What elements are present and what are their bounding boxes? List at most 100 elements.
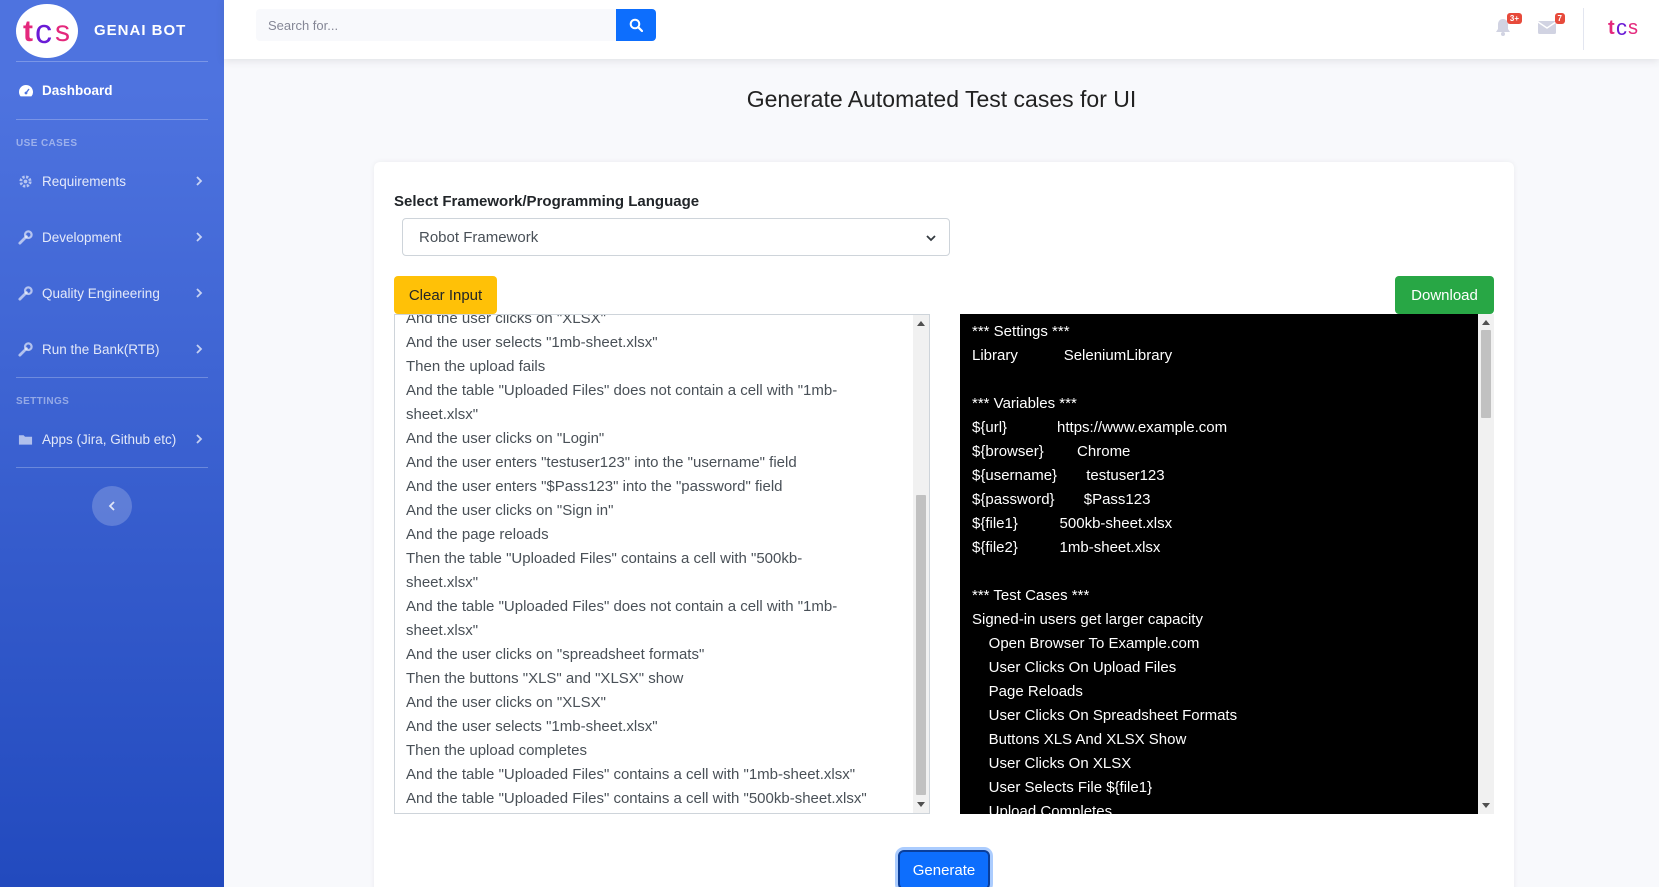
input-line: sheet.xlsx" bbox=[406, 574, 479, 591]
sidebar-toggle-button[interactable] bbox=[92, 486, 132, 526]
alerts-button[interactable]: 3+ bbox=[1494, 13, 1522, 39]
scroll-up-arrow[interactable] bbox=[917, 321, 925, 326]
output-line: Buttons XLS And XLSX Show bbox=[972, 731, 1187, 748]
wrench-icon bbox=[18, 229, 42, 245]
sidebar-brand[interactable]: t c s GENAI BOT bbox=[0, 0, 224, 61]
user-avatar[interactable]: t c s bbox=[1608, 12, 1642, 47]
output-textarea[interactable]: *** Settings *** Library SeleniumLibrary … bbox=[960, 314, 1494, 814]
framework-selected-value: Robot Framework bbox=[419, 228, 539, 246]
sidebar-item-development[interactable]: Development bbox=[0, 209, 224, 265]
sidebar-item-dashboard[interactable]: Dashboard bbox=[0, 62, 224, 119]
sidebar-heading-use-cases: USE CASES bbox=[16, 138, 78, 149]
sidebar-item-label: Quality Engineering bbox=[42, 285, 160, 301]
output-line: User Clicks On XLSX bbox=[972, 755, 1132, 772]
input-line: Then the table "Uploaded Files" contains… bbox=[406, 550, 803, 567]
output-line: Signed-in users get larger capacity bbox=[972, 611, 1203, 628]
input-line: And the user clicks on "Login" bbox=[406, 430, 605, 447]
output-line: ${file1} 500kb-sheet.xlsx bbox=[972, 515, 1173, 532]
tcs-logo: t c s bbox=[1608, 15, 1638, 40]
sidebar-item-label: Requirements bbox=[42, 173, 127, 189]
input-line: And the page reloads bbox=[406, 526, 549, 543]
output-line: ${password} $Pass123 bbox=[972, 491, 1151, 508]
scroll-down-arrow[interactable] bbox=[1482, 803, 1490, 808]
topbar-divider bbox=[1583, 8, 1584, 50]
input-textarea[interactable]: And the user clicks on "XLSX" And the use… bbox=[394, 314, 930, 814]
sidebar-item-label: Apps (Jira, Github etc) bbox=[42, 431, 177, 447]
input-scrollbar[interactable] bbox=[913, 315, 929, 813]
input-line: And the user clicks on "Sign in" bbox=[406, 502, 614, 519]
generator-card: Select Framework/Programming Language Ro… bbox=[374, 162, 1514, 887]
sidebar-item-quality-engineering[interactable]: Quality Engineering bbox=[0, 265, 224, 321]
topbar: 3+ 7 t c s bbox=[224, 0, 1659, 59]
output-line: *** Settings *** bbox=[972, 323, 1070, 340]
clear-input-button[interactable]: Clear Input bbox=[394, 276, 497, 314]
output-line: Upload Completes bbox=[972, 803, 1113, 814]
chevron-left-icon bbox=[108, 501, 115, 511]
output-line: Page Reloads bbox=[972, 683, 1083, 700]
chevron-down-icon bbox=[926, 235, 936, 242]
sidebar-item-apps[interactable]: Apps (Jira, Github etc) bbox=[0, 411, 224, 467]
page-title: Generate Automated Test cases for UI bbox=[746, 86, 1137, 112]
scroll-down-arrow[interactable] bbox=[917, 802, 925, 807]
output-line: User Clicks On Upload Files bbox=[972, 659, 1177, 676]
messages-badge: 7 bbox=[1554, 13, 1565, 24]
sidebar-divider bbox=[16, 467, 208, 468]
input-line: And the table "Uploaded Files" does not … bbox=[406, 382, 838, 399]
search-input[interactable] bbox=[256, 9, 616, 41]
input-line: And the table "Uploaded Files" contains … bbox=[406, 790, 867, 807]
envelope-icon bbox=[1537, 21, 1557, 34]
svg-text:s: s bbox=[1628, 17, 1638, 39]
tcs-logo: t c s bbox=[16, 3, 78, 58]
input-text: And the user clicks on "XLSX" And the use… bbox=[406, 315, 886, 811]
input-line: Then the buttons "XLS" and "XLSX" show bbox=[406, 670, 684, 687]
download-button[interactable]: Download bbox=[1395, 276, 1494, 314]
input-line: Then the upload completes bbox=[406, 742, 587, 759]
scroll-thumb[interactable] bbox=[1481, 330, 1491, 418]
framework-select[interactable]: Robot Framework bbox=[402, 218, 950, 256]
sidebar-item-label: Development bbox=[42, 229, 122, 245]
output-line: ${username} testuser123 bbox=[972, 467, 1165, 484]
generate-button[interactable]: Generate bbox=[898, 850, 990, 887]
messages-button[interactable]: 7 bbox=[1537, 13, 1565, 39]
scroll-thumb[interactable] bbox=[916, 495, 926, 795]
svg-text:c: c bbox=[1616, 15, 1627, 40]
output-scrollbar[interactable] bbox=[1478, 314, 1494, 814]
sidebar-item-label: Dashboard bbox=[42, 83, 113, 98]
wrench-icon bbox=[18, 341, 42, 357]
output-line: User Clicks On Spreadsheet Formats bbox=[972, 707, 1238, 724]
input-line: And the user selects "1mb-sheet.xlsx" bbox=[406, 718, 658, 735]
tachometer-icon bbox=[18, 84, 42, 98]
sidebar-item-requirements[interactable]: Requirements bbox=[0, 153, 224, 209]
search-button[interactable] bbox=[616, 9, 656, 41]
output-line: ${browser} Chrome bbox=[972, 443, 1131, 460]
sidebar-item-run-the-bank[interactable]: Run the Bank(RTB) bbox=[0, 321, 224, 377]
output-line: *** Test Cases *** bbox=[972, 587, 1090, 604]
chevron-right-icon bbox=[196, 176, 203, 186]
input-line: And the table "Uploaded Files" contains … bbox=[406, 766, 856, 783]
svg-text:c: c bbox=[35, 13, 52, 51]
svg-text:t: t bbox=[23, 15, 33, 48]
output-line: ${url} https://www.example.com bbox=[972, 419, 1228, 436]
cog-icon bbox=[18, 174, 42, 189]
wrench-icon bbox=[18, 285, 42, 301]
output-line: Open Browser To Example.com bbox=[972, 635, 1200, 652]
scroll-up-arrow[interactable] bbox=[1482, 320, 1490, 325]
search-group bbox=[256, 9, 656, 41]
output-line: *** Variables *** bbox=[972, 395, 1077, 412]
framework-label: Select Framework/Programming Language bbox=[394, 193, 700, 210]
chevron-right-icon bbox=[196, 434, 203, 444]
svg-text:s: s bbox=[55, 15, 70, 48]
search-icon bbox=[629, 18, 643, 32]
input-line: sheet.xlsx" bbox=[406, 406, 479, 423]
output-text: *** Settings *** Library SeleniumLibrary … bbox=[972, 320, 1462, 814]
input-line: And the user enters "testuser123" into t… bbox=[406, 454, 797, 471]
sidebar-heading-settings: SETTINGS bbox=[16, 396, 70, 407]
input-line: And the user clicks on "XLSX" bbox=[406, 694, 606, 711]
input-line: Then the upload fails bbox=[406, 358, 546, 375]
svg-text:t: t bbox=[1608, 17, 1615, 39]
chevron-right-icon bbox=[196, 232, 203, 242]
input-line: And the user clicks on "spreadsheet form… bbox=[406, 646, 705, 663]
sidebar-item-label: Run the Bank(RTB) bbox=[42, 341, 160, 357]
